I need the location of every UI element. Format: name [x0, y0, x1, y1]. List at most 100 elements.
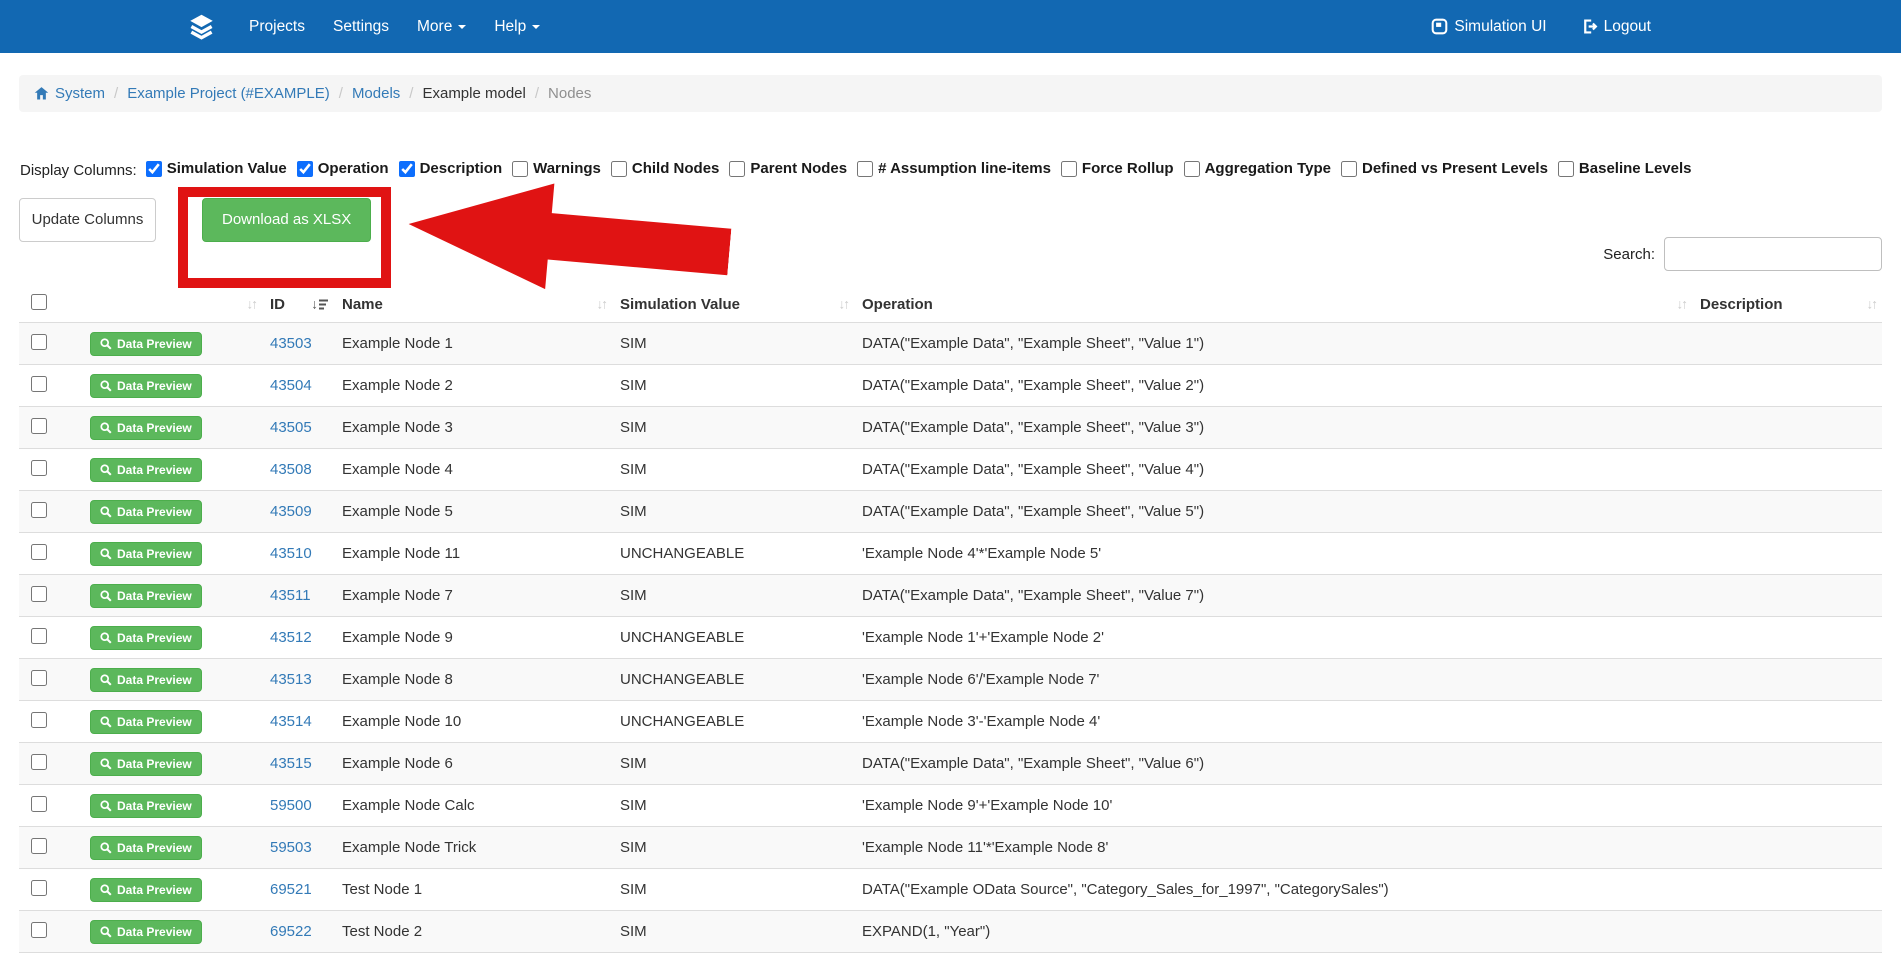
data-preview-button[interactable]: Data Preview — [90, 374, 202, 398]
node-id-link[interactable]: 43515 — [270, 755, 312, 772]
row-checkbox[interactable] — [31, 922, 47, 938]
nav-item-projects[interactable]: Projects — [235, 18, 319, 36]
column-checkbox-defined-vs-present-levels[interactable] — [1341, 161, 1357, 177]
row-checkbox[interactable] — [31, 460, 47, 476]
select-all-checkbox[interactable] — [31, 294, 47, 310]
data-preview-button[interactable]: Data Preview — [90, 416, 202, 440]
column-option-warnings[interactable]: Warnings — [512, 160, 601, 177]
node-id-link[interactable]: 43503 — [270, 335, 312, 352]
nav-item-help[interactable]: Help — [480, 18, 554, 36]
column-checkbox-aggregation-type[interactable] — [1184, 161, 1200, 177]
node-id-link[interactable]: 43508 — [270, 461, 312, 478]
brand-logo-icon[interactable] — [188, 13, 215, 40]
table-row: Data Preview 43510 Example Node 11 UNCHA… — [19, 533, 1882, 575]
column-checkbox-force-rollup[interactable] — [1061, 161, 1077, 177]
node-id-link[interactable]: 43504 — [270, 377, 312, 394]
table-row: Data Preview 69521 Test Node 1 SIM DATA(… — [19, 869, 1882, 911]
data-preview-button[interactable]: Data Preview — [90, 542, 202, 566]
column-header-operation[interactable]: Operation↓↑ — [854, 287, 1692, 323]
column-checkbox-warnings[interactable] — [512, 161, 528, 177]
row-checkbox[interactable] — [31, 880, 47, 896]
data-preview-button[interactable]: Data Preview — [90, 878, 202, 902]
row-checkbox[interactable] — [31, 796, 47, 812]
column-option-simulation-value[interactable]: Simulation Value — [146, 160, 287, 177]
column-option-defined-vs-present-levels[interactable]: Defined vs Present Levels — [1341, 160, 1548, 177]
data-preview-button[interactable]: Data Preview — [90, 584, 202, 608]
data-preview-button[interactable]: Data Preview — [90, 458, 202, 482]
node-id-link[interactable]: 43510 — [270, 545, 312, 562]
table-row: Data Preview 59503 Example Node Trick SI… — [19, 827, 1882, 869]
data-preview-button[interactable]: Data Preview — [90, 626, 202, 650]
column-option-force-rollup[interactable]: Force Rollup — [1061, 160, 1174, 177]
nav-item-settings[interactable]: Settings — [319, 18, 403, 36]
data-preview-button[interactable]: Data Preview — [90, 752, 202, 776]
data-preview-button[interactable]: Data Preview — [90, 332, 202, 356]
node-id-link[interactable]: 43509 — [270, 503, 312, 520]
column-option-label: Description — [420, 160, 503, 177]
data-preview-button[interactable]: Data Preview — [90, 668, 202, 692]
data-preview-button[interactable]: Data Preview — [90, 836, 202, 860]
node-id-link[interactable]: 43512 — [270, 629, 312, 646]
row-checkbox[interactable] — [31, 838, 47, 854]
column-header-name[interactable]: Name↓↑ — [334, 287, 612, 323]
column-checkbox-operation[interactable] — [297, 161, 313, 177]
nav-item-more[interactable]: More — [403, 18, 480, 36]
node-id-link[interactable]: 43513 — [270, 671, 312, 688]
search-input[interactable] — [1664, 237, 1882, 271]
simulation-value: SIM — [612, 785, 854, 827]
row-checkbox[interactable] — [31, 502, 47, 518]
nav-item-simulation-ui[interactable]: Simulation UI — [1431, 18, 1546, 36]
node-id-link[interactable]: 43511 — [270, 587, 311, 604]
row-checkbox[interactable] — [31, 334, 47, 350]
download-xlsx-button[interactable]: Download as XLSX — [202, 198, 371, 242]
column-header-simulation-value[interactable]: Simulation Value↓↑ — [612, 287, 854, 323]
row-checkbox[interactable] — [31, 712, 47, 728]
update-columns-button[interactable]: Update Columns — [19, 198, 156, 242]
column-option-label: Force Rollup — [1082, 160, 1174, 177]
row-checkbox[interactable] — [31, 544, 47, 560]
column-header-label: Name — [342, 296, 383, 313]
node-id-link[interactable]: 69522 — [270, 923, 312, 940]
row-checkbox[interactable] — [31, 754, 47, 770]
nodes-table: ↓↑ID↓Name↓↑Simulation Value↓↑Operation↓↑… — [19, 287, 1882, 953]
column-option-parent-nodes[interactable]: Parent Nodes — [729, 160, 847, 177]
column-checkbox-child-nodes[interactable] — [611, 161, 627, 177]
breadcrumb-item-models[interactable]: Models — [352, 85, 400, 102]
row-checkbox[interactable] — [31, 670, 47, 686]
data-preview-button[interactable]: Data Preview — [90, 920, 202, 944]
node-id-link[interactable]: 43505 — [270, 419, 312, 436]
column-option-operation[interactable]: Operation — [297, 160, 389, 177]
node-id-link[interactable]: 43514 — [270, 713, 312, 730]
column-option-assumption-line-items[interactable]: # Assumption line-items — [857, 160, 1051, 177]
column-checkbox-assumption-line-items[interactable] — [857, 161, 873, 177]
row-checkbox[interactable] — [31, 376, 47, 392]
simulation-value: SIM — [612, 323, 854, 365]
column-option-baseline-levels[interactable]: Baseline Levels — [1558, 160, 1692, 177]
column-option-description[interactable]: Description — [399, 160, 503, 177]
node-id-link[interactable]: 59500 — [270, 797, 312, 814]
table-row: Data Preview 43504 Example Node 2 SIM DA… — [19, 365, 1882, 407]
column-checkbox-baseline-levels[interactable] — [1558, 161, 1574, 177]
operation-formula: 'Example Node 9'+'Example Node 10' — [854, 785, 1692, 827]
row-checkbox[interactable] — [31, 586, 47, 602]
column-header-description[interactable]: Description↓↑ — [1692, 287, 1882, 323]
column-header-id[interactable]: ID↓ — [262, 287, 334, 323]
data-preview-button[interactable]: Data Preview — [90, 500, 202, 524]
row-checkbox[interactable] — [31, 418, 47, 434]
description-cell — [1692, 491, 1882, 533]
table-row: Data Preview 43505 Example Node 3 SIM DA… — [19, 407, 1882, 449]
breadcrumb-item-example-project-example[interactable]: Example Project (#EXAMPLE) — [127, 85, 330, 102]
nav-item-logout[interactable]: Logout — [1581, 18, 1651, 36]
column-checkbox-parent-nodes[interactable] — [729, 161, 745, 177]
row-checkbox[interactable] — [31, 628, 47, 644]
node-id-link[interactable]: 59503 — [270, 839, 312, 856]
breadcrumb-item-system[interactable]: System — [34, 85, 105, 102]
data-preview-button[interactable]: Data Preview — [90, 794, 202, 818]
column-checkbox-simulation-value[interactable] — [146, 161, 162, 177]
column-header-preview[interactable]: ↓↑ — [70, 287, 262, 323]
column-option-aggregation-type[interactable]: Aggregation Type — [1184, 160, 1331, 177]
column-option-child-nodes[interactable]: Child Nodes — [611, 160, 720, 177]
data-preview-button[interactable]: Data Preview — [90, 710, 202, 734]
node-id-link[interactable]: 69521 — [270, 881, 312, 898]
column-checkbox-description[interactable] — [399, 161, 415, 177]
